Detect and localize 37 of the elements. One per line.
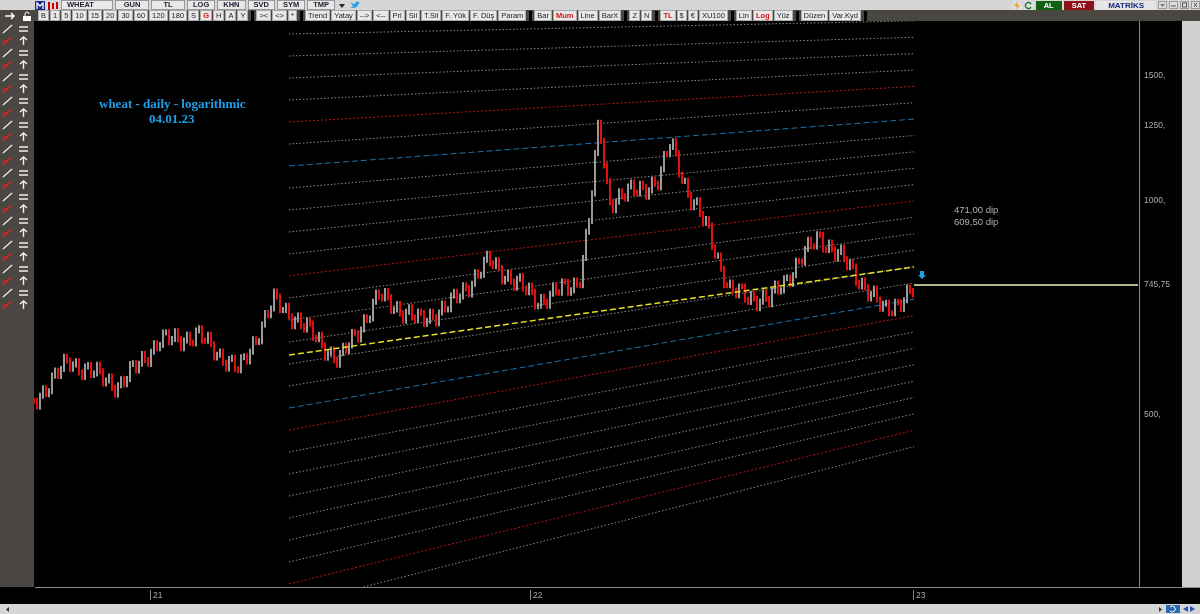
price-label: 500, (1144, 409, 1161, 419)
drawing-tool-icon[interactable] (18, 264, 29, 274)
drawing-tool-icon[interactable] (18, 288, 29, 298)
date-label: 23 (913, 590, 926, 600)
price-label: 1000, (1144, 195, 1166, 205)
padlock-icon[interactable] (22, 10, 32, 21)
price-label: 1250, (1144, 120, 1166, 130)
date-label: 22 (530, 590, 543, 600)
refresh-icon[interactable] (1023, 0, 1034, 10)
drawing-tool-icon[interactable] (18, 240, 29, 250)
candles-icon (47, 0, 59, 10)
sync-icon[interactable] (1166, 605, 1180, 613)
chart-title: wheat - daily - logarithmic (99, 96, 246, 112)
m-logo-icon (35, 0, 45, 10)
drawing-tool-icon[interactable] (18, 24, 29, 34)
dip-note: 471,00 dip (954, 204, 999, 216)
brand-label: MATRİKS (1096, 0, 1156, 10)
close-icon[interactable] (1191, 1, 1200, 9)
drawing-tool-icon[interactable] (18, 120, 29, 130)
drawing-tool-icon[interactable] (18, 96, 29, 106)
arrow-down-icon (918, 271, 926, 279)
maximize-icon[interactable] (1180, 1, 1189, 9)
drawing-tool-icon[interactable] (18, 192, 29, 202)
drawing-tool-icon[interactable] (18, 216, 29, 226)
dip-note: 609,50 dip (954, 216, 999, 228)
drawing-tool-icon[interactable] (18, 144, 29, 154)
price-label: 1500, (1144, 70, 1166, 80)
drawing-tool-icon[interactable] (18, 168, 29, 178)
drawing-tool-icon[interactable] (18, 48, 29, 58)
scroll-left-icon[interactable] (4, 605, 12, 613)
vertical-scrollbar[interactable] (1182, 21, 1200, 587)
drawing-tool-icon[interactable] (18, 72, 29, 82)
last-price-label: 745,75 (1144, 279, 1170, 289)
chart-date: 04.01.23 (149, 111, 195, 127)
date-label: 21 (150, 590, 163, 600)
arrow-right-icon[interactable] (4, 10, 16, 21)
navigation-arrows-icon[interactable] (1182, 605, 1196, 613)
